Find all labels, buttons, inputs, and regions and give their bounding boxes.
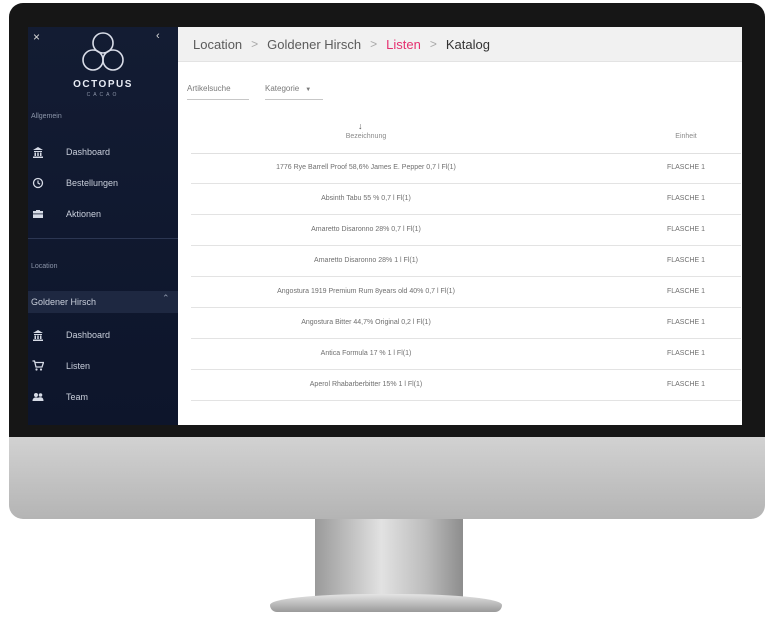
sidebar-item-label: Listen <box>66 361 91 371</box>
cell-name: Angostura 1919 Premium Rum 8years old 40… <box>277 288 455 295</box>
breadcrumb-katalog: Katalog <box>445 36 490 52</box>
breadcrumb: Location > Goldener Hirsch > Listen > Ka… <box>193 37 490 52</box>
brand-subtitle: CACAO <box>86 92 120 98</box>
location-group-label: Goldener Hirsch <box>31 297 97 307</box>
column-header-bezeichnung[interactable]: Bezeichnung <box>191 133 541 140</box>
bank-icon <box>33 330 43 341</box>
sidebar-item-team[interactable]: Team <box>28 385 178 409</box>
section-location-label: Location <box>31 263 58 270</box>
topbar: Location > Goldener Hirsch > Listen > Ka… <box>178 27 742 62</box>
filter-bar: Artikelsuche Kategorie ▼ <box>187 84 323 100</box>
chevron-right-icon: > <box>429 37 437 51</box>
table-row[interactable]: Amaretto Disaronno 28% 0,7 l Fl(1) FLASC… <box>191 215 741 246</box>
close-icon[interactable]: × <box>33 30 40 44</box>
sidebar: × ‹ OCTOPUS CACAO Allgemein Dashboard Be… <box>28 27 178 425</box>
cell-unit: FLASCHE 1 <box>666 164 706 171</box>
sidebar-item-aktionen[interactable]: Aktionen <box>28 202 178 226</box>
cell-name: Amaretto Disaronno 28% 0,7 l Fl(1) <box>311 226 421 233</box>
bank-icon <box>33 147 43 158</box>
chevron-right-icon: > <box>251 37 259 51</box>
table-row[interactable]: Angostura 1919 Premium Rum 8years old 40… <box>191 277 741 308</box>
cell-name: Amaretto Disaronno 28% 1 l Fl(1) <box>314 257 418 264</box>
category-select[interactable]: Kategorie ▼ <box>265 84 323 100</box>
collapse-sidebar-icon[interactable]: ‹ <box>156 30 160 42</box>
monitor-chin <box>9 437 765 519</box>
monitor-foot <box>270 594 502 612</box>
sidebar-divider <box>28 238 178 239</box>
cell-unit: FLASCHE 1 <box>666 257 706 264</box>
breadcrumb-goldener-hirsch[interactable]: Goldener Hirsch <box>267 37 361 52</box>
octopus-logo-icon <box>82 32 124 71</box>
briefcase-icon <box>33 210 43 218</box>
history-icon <box>32 177 44 189</box>
table-row[interactable]: Antica Formula 17 % 1 l Fl(1) FLASCHE 1 <box>191 339 741 370</box>
cell-name: Absinth Tabu 55 % 0,7 l Fl(1) <box>321 195 411 202</box>
screen: × ‹ OCTOPUS CACAO Allgemein Dashboard Be… <box>28 27 742 425</box>
sidebar-item-location-dashboard[interactable]: Dashboard <box>28 323 178 347</box>
dropdown-arrow-icon: ▼ <box>305 87 312 93</box>
table-row[interactable]: Aperol Rhabarberbitter 15% 1 l Fl(1) FLA… <box>191 370 741 401</box>
column-header-einheit[interactable]: Einheit <box>651 133 721 140</box>
sidebar-item-listen[interactable]: Listen <box>28 354 178 378</box>
cart-icon <box>32 360 44 371</box>
cell-unit: FLASCHE 1 <box>666 350 706 357</box>
cell-name: Aperol Rhabarberbitter 15% 1 l Fl(1) <box>309 381 423 388</box>
cell-unit: FLASCHE 1 <box>666 381 706 388</box>
table-row[interactable]: 1776 Rye Barrell Proof 58,6% James E. Pe… <box>191 153 741 184</box>
table-header: ↓ Bezeichnung Einheit <box>191 121 741 154</box>
article-search-input[interactable]: Artikelsuche <box>187 84 249 100</box>
category-select-label: Kategorie <box>265 84 300 93</box>
sidebar-item-label: Bestellungen <box>66 178 119 188</box>
chevron-up-icon: ⌃ <box>162 293 170 303</box>
sidebar-item-label: Dashboard <box>66 147 111 157</box>
sidebar-item-bestellungen[interactable]: Bestellungen <box>28 171 178 195</box>
monitor-stand <box>315 519 463 597</box>
sidebar-item-label: Team <box>66 392 89 402</box>
table-row[interactable]: Amaretto Disaronno 28% 1 l Fl(1) FLASCHE… <box>191 246 741 277</box>
section-general-label: Allgemein <box>31 113 62 120</box>
sort-arrow-icon[interactable]: ↓ <box>358 121 363 131</box>
breadcrumb-location[interactable]: Location <box>193 37 242 52</box>
cell-unit: FLASCHE 1 <box>666 195 706 202</box>
cell-unit: FLASCHE 1 <box>666 288 706 295</box>
cell-name: Angostura Bitter 44,7% Original 0,2 l Fl… <box>301 319 431 326</box>
cell-name: 1776 Rye Barrell Proof 58,6% James E. Pe… <box>276 164 456 171</box>
table-row[interactable]: Absinth Tabu 55 % 0,7 l Fl(1) FLASCHE 1 <box>191 184 741 215</box>
sidebar-item-label: Aktionen <box>66 209 102 219</box>
brand-name: OCTOPUS <box>73 79 133 90</box>
sidebar-item-label: Dashboard <box>66 330 111 340</box>
location-group-goldener-hirsch[interactable]: Goldener Hirsch ⌃ <box>28 291 178 313</box>
cell-unit: FLASCHE 1 <box>666 319 706 326</box>
breadcrumb-listen[interactable]: Listen <box>386 37 421 52</box>
chevron-right-icon: > <box>370 37 378 51</box>
cell-name: Antica Formula 17 % 1 l Fl(1) <box>320 350 412 357</box>
people-icon <box>32 393 44 401</box>
main-content: Location > Goldener Hirsch > Listen > Ka… <box>178 27 742 425</box>
table-row[interactable]: Angostura Bitter 44,7% Original 0,2 l Fl… <box>191 308 741 339</box>
sidebar-item-dashboard[interactable]: Dashboard <box>28 140 178 164</box>
cell-unit: FLASCHE 1 <box>666 226 706 233</box>
